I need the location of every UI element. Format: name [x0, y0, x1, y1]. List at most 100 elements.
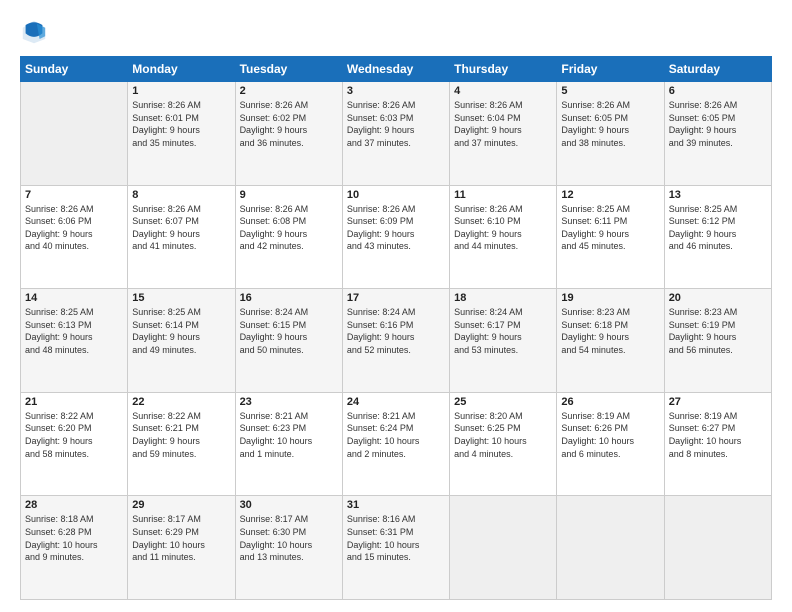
calendar-week-row: 1 Sunrise: 8:26 AM Sunset: 6:01 PM Daylig… — [21, 82, 772, 186]
day-info: Sunrise: 8:18 AM Sunset: 6:28 PM Dayligh… — [25, 513, 123, 563]
logo — [20, 18, 52, 46]
day-number: 31 — [347, 499, 445, 511]
day-number: 18 — [454, 292, 552, 304]
day-info: Sunrise: 8:26 AM Sunset: 6:09 PM Dayligh… — [347, 203, 445, 253]
day-info: Sunrise: 8:19 AM Sunset: 6:27 PM Dayligh… — [669, 410, 767, 460]
day-number: 12 — [561, 189, 659, 201]
page: SundayMondayTuesdayWednesdayThursdayFrid… — [0, 0, 792, 612]
day-header-sunday: Sunday — [21, 57, 128, 82]
day-info: Sunrise: 8:25 AM Sunset: 6:13 PM Dayligh… — [25, 306, 123, 356]
day-info: Sunrise: 8:17 AM Sunset: 6:29 PM Dayligh… — [132, 513, 230, 563]
calendar-day-cell: 3Sunrise: 8:26 AM Sunset: 6:03 PM Daylig… — [342, 82, 449, 186]
day-info: Sunrise: 8:22 AM Sunset: 6:20 PM Dayligh… — [25, 410, 123, 460]
calendar-week-row: 14 Sunrise: 8:25 AM Sunset: 6:13 PM Dayli… — [21, 289, 772, 393]
calendar-day-cell: 14 Sunrise: 8:25 AM Sunset: 6:13 PM Dayli… — [21, 289, 128, 393]
calendar-week-row: 7 Sunrise: 8:26 AM Sunset: 6:06 PM Daylig… — [21, 185, 772, 289]
logo-icon — [20, 18, 48, 46]
calendar-day-cell — [21, 82, 128, 186]
day-info: Sunrise: 8:26 AM Sunset: 6:04 PM Dayligh… — [454, 99, 552, 149]
day-info: Sunrise: 8:21 AM Sunset: 6:23 PM Dayligh… — [240, 410, 338, 460]
calendar-day-cell: 21Sunrise: 8:22 AM Sunset: 6:20 PM Dayli… — [21, 392, 128, 496]
day-number: 19 — [561, 292, 659, 304]
day-info: Sunrise: 8:23 AM Sunset: 6:19 PM Dayligh… — [669, 306, 767, 356]
calendar-day-cell — [450, 496, 557, 600]
day-number: 10 — [347, 189, 445, 201]
day-header-thursday: Thursday — [450, 57, 557, 82]
calendar-day-cell: 7 Sunrise: 8:26 AM Sunset: 6:06 PM Daylig… — [21, 185, 128, 289]
calendar-day-cell: 13Sunrise: 8:25 AM Sunset: 6:12 PM Dayli… — [664, 185, 771, 289]
day-info: Sunrise: 8:24 AM Sunset: 6:17 PM Dayligh… — [454, 306, 552, 356]
calendar-day-cell — [664, 496, 771, 600]
calendar-day-cell: 8Sunrise: 8:26 AM Sunset: 6:07 PM Daylig… — [128, 185, 235, 289]
day-header-tuesday: Tuesday — [235, 57, 342, 82]
calendar-day-cell: 16 Sunrise: 8:24 AM Sunset: 6:15 PM Dayli… — [235, 289, 342, 393]
day-info: Sunrise: 8:26 AM Sunset: 6:10 PM Dayligh… — [454, 203, 552, 253]
day-number: 24 — [347, 396, 445, 408]
day-number: 14 — [25, 292, 123, 304]
calendar-day-cell: 17Sunrise: 8:24 AM Sunset: 6:16 PM Dayli… — [342, 289, 449, 393]
day-number: 22 — [132, 396, 230, 408]
day-info: Sunrise: 8:26 AM Sunset: 6:03 PM Dayligh… — [347, 99, 445, 149]
calendar-day-cell: 23 Sunrise: 8:21 AM Sunset: 6:23 PM Dayli… — [235, 392, 342, 496]
day-number: 26 — [561, 396, 659, 408]
day-number: 5 — [561, 85, 659, 97]
calendar-day-cell: 18 Sunrise: 8:24 AM Sunset: 6:17 PM Dayli… — [450, 289, 557, 393]
day-info: Sunrise: 8:26 AM Sunset: 6:05 PM Dayligh… — [669, 99, 767, 149]
day-info: Sunrise: 8:21 AM Sunset: 6:24 PM Dayligh… — [347, 410, 445, 460]
calendar-day-cell: 11Sunrise: 8:26 AM Sunset: 6:10 PM Dayli… — [450, 185, 557, 289]
calendar-day-cell: 6 Sunrise: 8:26 AM Sunset: 6:05 PM Daylig… — [664, 82, 771, 186]
day-number: 25 — [454, 396, 552, 408]
calendar-day-cell: 19 Sunrise: 8:23 AM Sunset: 6:18 PM Dayli… — [557, 289, 664, 393]
calendar-day-cell: 24 Sunrise: 8:21 AM Sunset: 6:24 PM Dayli… — [342, 392, 449, 496]
day-number: 29 — [132, 499, 230, 511]
day-header-monday: Monday — [128, 57, 235, 82]
calendar-day-cell: 1 Sunrise: 8:26 AM Sunset: 6:01 PM Daylig… — [128, 82, 235, 186]
day-info: Sunrise: 8:26 AM Sunset: 6:05 PM Dayligh… — [561, 99, 659, 149]
day-number: 16 — [240, 292, 338, 304]
calendar-day-cell: 27 Sunrise: 8:19 AM Sunset: 6:27 PM Dayli… — [664, 392, 771, 496]
day-info: Sunrise: 8:26 AM Sunset: 6:01 PM Dayligh… — [132, 99, 230, 149]
day-number: 7 — [25, 189, 123, 201]
day-header-wednesday: Wednesday — [342, 57, 449, 82]
day-info: Sunrise: 8:19 AM Sunset: 6:26 PM Dayligh… — [561, 410, 659, 460]
day-header-saturday: Saturday — [664, 57, 771, 82]
calendar-day-cell: 10 Sunrise: 8:26 AM Sunset: 6:09 PM Dayli… — [342, 185, 449, 289]
calendar-day-cell: 22Sunrise: 8:22 AM Sunset: 6:21 PM Dayli… — [128, 392, 235, 496]
day-info: Sunrise: 8:23 AM Sunset: 6:18 PM Dayligh… — [561, 306, 659, 356]
day-number: 28 — [25, 499, 123, 511]
calendar: SundayMondayTuesdayWednesdayThursdayFrid… — [20, 56, 772, 600]
day-number: 20 — [669, 292, 767, 304]
calendar-week-row: 21Sunrise: 8:22 AM Sunset: 6:20 PM Dayli… — [21, 392, 772, 496]
day-number: 27 — [669, 396, 767, 408]
day-info: Sunrise: 8:25 AM Sunset: 6:11 PM Dayligh… — [561, 203, 659, 253]
day-number: 1 — [132, 85, 230, 97]
calendar-day-cell: 2 Sunrise: 8:26 AM Sunset: 6:02 PM Daylig… — [235, 82, 342, 186]
day-number: 4 — [454, 85, 552, 97]
day-number: 30 — [240, 499, 338, 511]
calendar-day-cell: 9Sunrise: 8:26 AM Sunset: 6:08 PM Daylig… — [235, 185, 342, 289]
day-info: Sunrise: 8:24 AM Sunset: 6:16 PM Dayligh… — [347, 306, 445, 356]
day-info: Sunrise: 8:26 AM Sunset: 6:06 PM Dayligh… — [25, 203, 123, 253]
day-info: Sunrise: 8:24 AM Sunset: 6:15 PM Dayligh… — [240, 306, 338, 356]
calendar-week-row: 28 Sunrise: 8:18 AM Sunset: 6:28 PM Dayli… — [21, 496, 772, 600]
day-number: 23 — [240, 396, 338, 408]
calendar-day-cell: 20 Sunrise: 8:23 AM Sunset: 6:19 PM Dayli… — [664, 289, 771, 393]
day-info: Sunrise: 8:20 AM Sunset: 6:25 PM Dayligh… — [454, 410, 552, 460]
day-info: Sunrise: 8:17 AM Sunset: 6:30 PM Dayligh… — [240, 513, 338, 563]
calendar-day-cell: 26 Sunrise: 8:19 AM Sunset: 6:26 PM Dayli… — [557, 392, 664, 496]
calendar-day-cell: 12 Sunrise: 8:25 AM Sunset: 6:11 PM Dayli… — [557, 185, 664, 289]
day-number: 15 — [132, 292, 230, 304]
day-info: Sunrise: 8:25 AM Sunset: 6:12 PM Dayligh… — [669, 203, 767, 253]
calendar-day-cell: 25 Sunrise: 8:20 AM Sunset: 6:25 PM Dayli… — [450, 392, 557, 496]
calendar-day-cell: 4 Sunrise: 8:26 AM Sunset: 6:04 PM Daylig… — [450, 82, 557, 186]
day-info: Sunrise: 8:26 AM Sunset: 6:02 PM Dayligh… — [240, 99, 338, 149]
calendar-day-cell: 29 Sunrise: 8:17 AM Sunset: 6:29 PM Dayli… — [128, 496, 235, 600]
day-info: Sunrise: 8:26 AM Sunset: 6:08 PM Dayligh… — [240, 203, 338, 253]
calendar-day-cell: 15 Sunrise: 8:25 AM Sunset: 6:14 PM Dayli… — [128, 289, 235, 393]
day-number: 6 — [669, 85, 767, 97]
day-info: Sunrise: 8:16 AM Sunset: 6:31 PM Dayligh… — [347, 513, 445, 563]
calendar-day-cell: 31 Sunrise: 8:16 AM Sunset: 6:31 PM Dayli… — [342, 496, 449, 600]
day-header-friday: Friday — [557, 57, 664, 82]
day-info: Sunrise: 8:25 AM Sunset: 6:14 PM Dayligh… — [132, 306, 230, 356]
day-number: 2 — [240, 85, 338, 97]
